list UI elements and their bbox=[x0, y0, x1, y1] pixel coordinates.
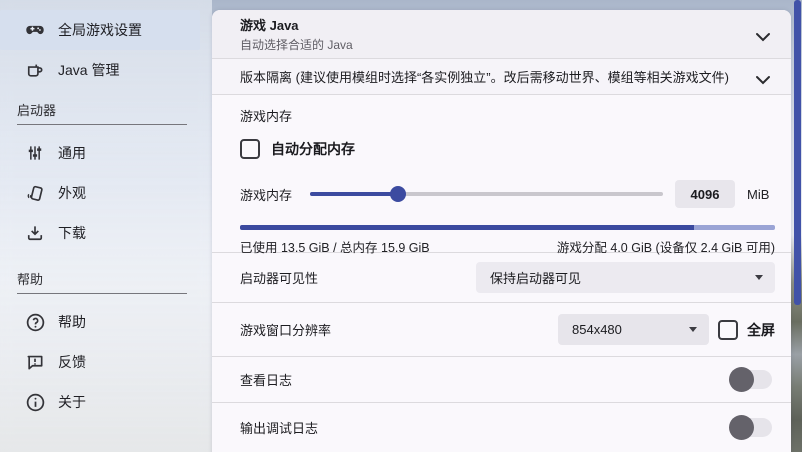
sidebar-item-global-game-settings[interactable]: 全局游戏设置 bbox=[0, 10, 200, 50]
settings-panel: 游戏 Java 自动选择合适的 Java 版本隔离 (建议使用模组时选择“各实例… bbox=[212, 10, 791, 452]
feedback-icon bbox=[24, 351, 46, 373]
memory-slider[interactable] bbox=[310, 186, 663, 202]
memory-slider-row: 游戏内存 4096 MiB bbox=[240, 179, 775, 209]
java-cup-icon bbox=[24, 59, 46, 81]
game-memory-section: 游戏内存 自动分配内存 游戏内存 4096 MiB 已使用 13.5 GiB /… bbox=[212, 95, 791, 253]
game-resolution-row: 游戏窗口分辨率 854x480 全屏 bbox=[212, 303, 791, 357]
auto-memory-checkbox[interactable] bbox=[240, 139, 260, 159]
launcher-visibility-row: 启动器可见性 保持启动器可见 bbox=[212, 253, 791, 303]
memory-alloc-segment bbox=[694, 225, 775, 230]
toggle-knob bbox=[729, 415, 754, 440]
launcher-visibility-label: 启动器可见性 bbox=[240, 268, 476, 287]
view-log-toggle[interactable] bbox=[729, 367, 772, 392]
game-resolution-value: 854x480 bbox=[572, 322, 681, 337]
game-java-title: 游戏 Java bbox=[240, 15, 751, 34]
chevron-down-icon[interactable] bbox=[755, 29, 771, 39]
sidebar-item-about[interactable]: 关于 bbox=[0, 382, 200, 422]
dropdown-arrow-icon bbox=[689, 327, 697, 332]
fullscreen-checkbox[interactable] bbox=[718, 320, 738, 340]
game-resolution-label: 游戏窗口分辨率 bbox=[240, 320, 558, 339]
game-java-subtitle: 自动选择合适的 Java bbox=[240, 36, 751, 53]
sidebar-item-java-management[interactable]: Java 管理 bbox=[0, 50, 200, 90]
dropdown-arrow-icon bbox=[755, 275, 763, 280]
sidebar-item-label: Java 管理 bbox=[58, 60, 119, 80]
memory-value-input[interactable]: 4096 bbox=[675, 180, 735, 208]
about-icon bbox=[24, 391, 46, 413]
memory-unit-label: MiB bbox=[747, 187, 775, 202]
sidebar-item-label: 帮助 bbox=[58, 312, 86, 332]
debug-log-toggle[interactable] bbox=[729, 415, 772, 440]
sidebar-section-launcher: 启动器 bbox=[17, 100, 187, 125]
version-isolation-card[interactable]: 版本隔离 (建议使用模组时选择“各实例独立”。改后需移动世界、模组等相关游戏文件… bbox=[212, 59, 791, 95]
sidebar-section-help: 帮助 bbox=[17, 269, 187, 294]
sidebar-item-label: 下载 bbox=[58, 223, 86, 243]
auto-memory-row: 自动分配内存 bbox=[240, 139, 775, 159]
memory-usage-bar bbox=[240, 225, 775, 230]
slider-fill bbox=[310, 192, 398, 196]
launcher-visibility-value: 保持启动器可见 bbox=[490, 268, 747, 287]
view-log-label: 查看日志 bbox=[240, 370, 729, 389]
toggle-knob bbox=[729, 367, 754, 392]
sidebar-item-feedback[interactable]: 反馈 bbox=[0, 342, 200, 382]
sidebar-item-appearance[interactable]: 外观 bbox=[0, 173, 200, 213]
sidebar-item-label: 外观 bbox=[58, 183, 86, 203]
appearance-icon bbox=[24, 182, 46, 204]
sidebar-item-download[interactable]: 下载 bbox=[0, 213, 200, 253]
memory-slider-label: 游戏内存 bbox=[240, 185, 310, 204]
sidebar-item-help[interactable]: 帮助 bbox=[0, 302, 200, 342]
view-log-row: 查看日志 bbox=[212, 357, 791, 403]
scrollbar-thumb[interactable] bbox=[794, 0, 801, 305]
slider-thumb[interactable] bbox=[390, 186, 406, 202]
sidebar-item-label: 关于 bbox=[58, 392, 86, 412]
version-isolation-title: 版本隔离 (建议使用模组时选择“各实例独立”。改后需移动世界、模组等相关游戏文件… bbox=[240, 67, 751, 86]
gamepad-icon bbox=[24, 19, 46, 41]
help-icon bbox=[24, 311, 46, 333]
auto-memory-label: 自动分配内存 bbox=[271, 139, 355, 159]
fullscreen-label: 全屏 bbox=[747, 320, 775, 340]
game-resolution-select[interactable]: 854x480 bbox=[558, 314, 709, 345]
sidebar-item-label: 通用 bbox=[58, 143, 86, 163]
download-icon bbox=[24, 222, 46, 244]
chevron-down-icon[interactable] bbox=[755, 72, 771, 82]
sidebar-item-label: 全局游戏设置 bbox=[58, 20, 142, 40]
game-memory-header: 游戏内存 bbox=[240, 106, 775, 125]
debug-log-row: 输出调试日志 bbox=[212, 403, 791, 451]
memory-used-segment bbox=[240, 225, 694, 230]
debug-log-label: 输出调试日志 bbox=[240, 418, 729, 437]
sidebar-item-label: 反馈 bbox=[58, 352, 86, 372]
tune-icon bbox=[24, 142, 46, 164]
game-java-card[interactable]: 游戏 Java 自动选择合适的 Java bbox=[212, 10, 791, 59]
sidebar-item-general[interactable]: 通用 bbox=[0, 133, 200, 173]
sidebar: 全局游戏设置 Java 管理 启动器 通用 外观 bbox=[0, 0, 212, 452]
launcher-visibility-select[interactable]: 保持启动器可见 bbox=[476, 262, 775, 293]
